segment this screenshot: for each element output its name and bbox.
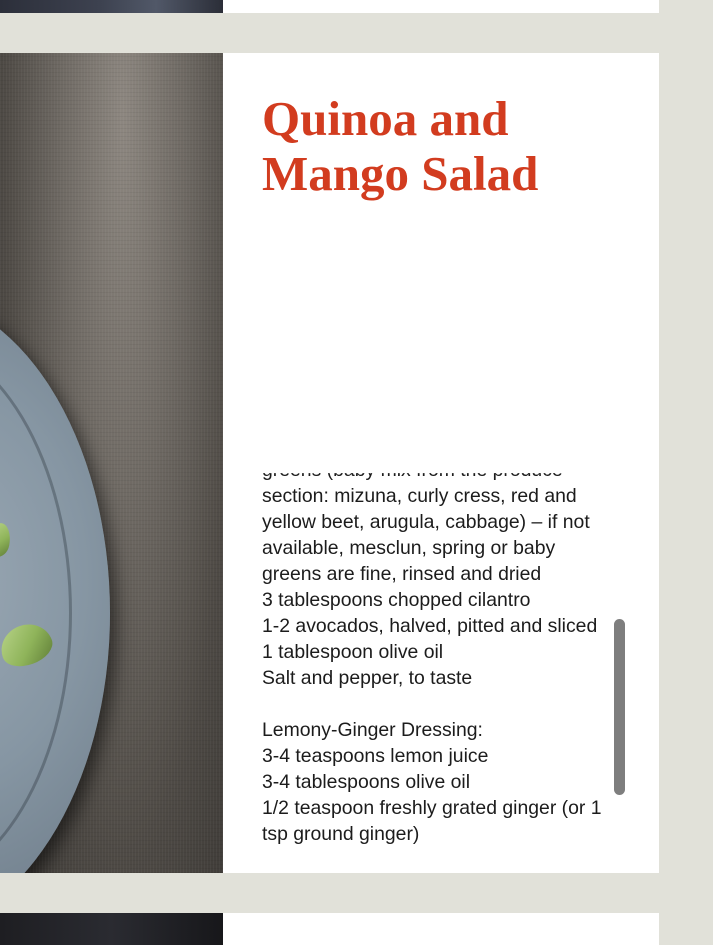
previous-recipe-card[interactable]	[0, 0, 659, 13]
ingredient-line: 3 tablespoons chopped cilantro	[262, 589, 531, 611]
next-recipe-photo	[0, 913, 223, 945]
scrollbar-thumb[interactable]	[614, 619, 625, 795]
ingredient-line: section: mizuna, curly cress, red and	[262, 485, 577, 507]
ingredient-line: available, mesclun, spring or baby	[262, 537, 556, 559]
ingredient-line: 1 tablespoon olive oil	[262, 641, 444, 663]
dressing-line: tsp ground ginger)	[262, 823, 420, 845]
recipe-card: Quinoa and Mango Salad greens (baby mix …	[0, 53, 659, 873]
recipe-ingredients: greens (baby mix from the produce sectio…	[262, 457, 632, 847]
recipe-title: Quinoa and Mango Salad	[262, 91, 539, 201]
recipe-feed-page: Quinoa and Mango Salad greens (baby mix …	[0, 0, 713, 945]
ingredient-line: 1-2 avocados, halved, pitted and sliced	[262, 615, 598, 637]
partially-scrolled-line: greens (baby mix from the produce	[262, 459, 563, 481]
ingredient-line: greens are fine, rinsed and dried	[262, 563, 542, 585]
dressing-line: 1/2 teaspoon freshly grated ginger (or 1	[262, 797, 602, 819]
recipe-photo	[0, 53, 223, 873]
previous-recipe-photo	[0, 0, 223, 13]
dressing-line: 3-4 tablespoons olive oil	[262, 771, 471, 793]
recipe-content: Quinoa and Mango Salad greens (baby mix …	[262, 53, 632, 873]
dressing-line: 3-4 teaspoons lemon juice	[262, 745, 489, 767]
ingredient-line: yellow beet, arugula, cabbage) – if not	[262, 511, 590, 533]
recipe-text-scroll-area[interactable]: greens (baby mix from the produce sectio…	[262, 457, 632, 854]
dressing-heading: Lemony-Ginger Dressing:	[262, 719, 483, 741]
ingredient-line: Salt and pepper, to taste	[262, 667, 473, 689]
next-recipe-card[interactable]	[0, 913, 659, 945]
